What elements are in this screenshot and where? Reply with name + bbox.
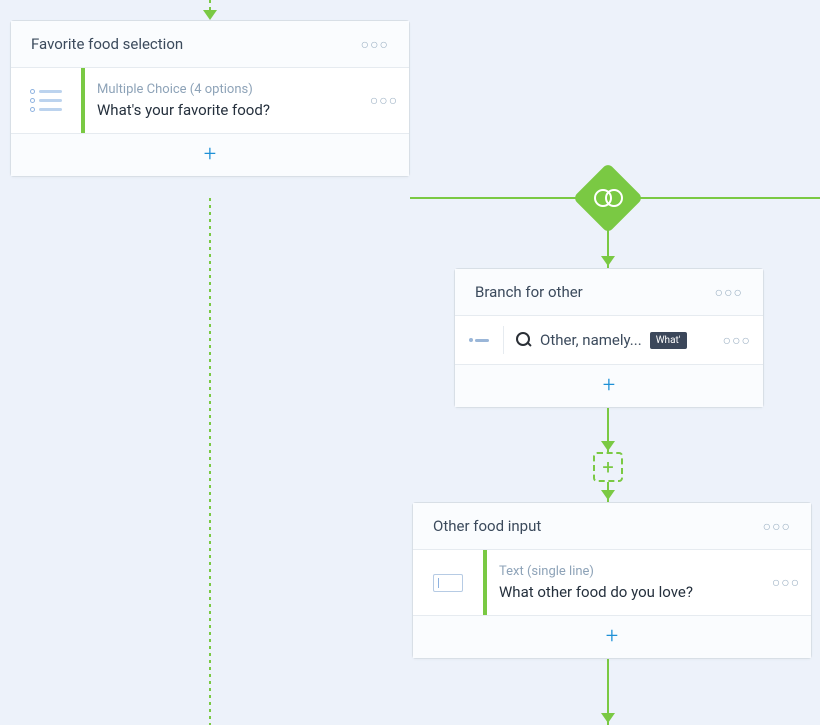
more-icon[interactable]: ○○○ bbox=[772, 574, 800, 591]
plus-icon: + bbox=[204, 144, 216, 166]
question-row[interactable]: Multiple Choice (4 options) What's your … bbox=[11, 68, 409, 134]
more-icon[interactable]: ○○○ bbox=[723, 332, 751, 349]
card-title: Branch for other bbox=[475, 283, 583, 301]
question-text: What's your favorite food? bbox=[97, 101, 347, 119]
add-question-button[interactable]: + bbox=[11, 134, 409, 176]
plus-icon: + bbox=[603, 375, 615, 397]
search-icon bbox=[516, 332, 532, 348]
add-condition-button[interactable]: + bbox=[455, 365, 763, 407]
more-icon[interactable]: ○○○ bbox=[370, 92, 398, 109]
card-header: Favorite food selection ○○○ bbox=[11, 21, 409, 68]
question-text: What other food do you love? bbox=[499, 583, 749, 601]
question-type-label: Multiple Choice (4 options) bbox=[97, 82, 347, 97]
text-input-icon bbox=[413, 550, 483, 615]
divider bbox=[503, 326, 504, 354]
card-header: Other food input ○○○ bbox=[413, 503, 811, 550]
more-icon[interactable]: ○○○ bbox=[715, 284, 743, 301]
more-icon[interactable]: ○○○ bbox=[763, 518, 791, 535]
plus-icon: + bbox=[606, 626, 618, 648]
card-favorite-food[interactable]: Favorite food selection ○○○ Multiple Cho… bbox=[10, 20, 410, 177]
branch-junction-icon bbox=[583, 173, 633, 223]
card-header: Branch for other ○○○ bbox=[455, 269, 763, 316]
add-question-button[interactable]: + bbox=[413, 616, 811, 658]
card-branch-other[interactable]: Branch for other ○○○ Other, namely... Wh… bbox=[454, 268, 764, 408]
branch-target-tag: What' bbox=[650, 332, 687, 349]
plus-icon: + bbox=[602, 457, 613, 477]
insert-node-button[interactable]: + bbox=[593, 452, 623, 482]
card-title: Other food input bbox=[433, 517, 541, 535]
multiple-choice-icon bbox=[11, 68, 81, 133]
question-row[interactable]: Text (single line) What other food do yo… bbox=[413, 550, 811, 616]
card-title: Favorite food selection bbox=[31, 35, 183, 53]
question-type-label: Text (single line) bbox=[499, 564, 749, 579]
card-other-food[interactable]: Other food input ○○○ Text (single line) … bbox=[412, 502, 812, 659]
condition-indicator-icon bbox=[467, 339, 497, 342]
more-icon[interactable]: ○○○ bbox=[361, 36, 389, 53]
branch-option-label: Other, namely... bbox=[540, 331, 642, 349]
branch-condition-row[interactable]: Other, namely... What' ○○○ bbox=[455, 316, 763, 365]
